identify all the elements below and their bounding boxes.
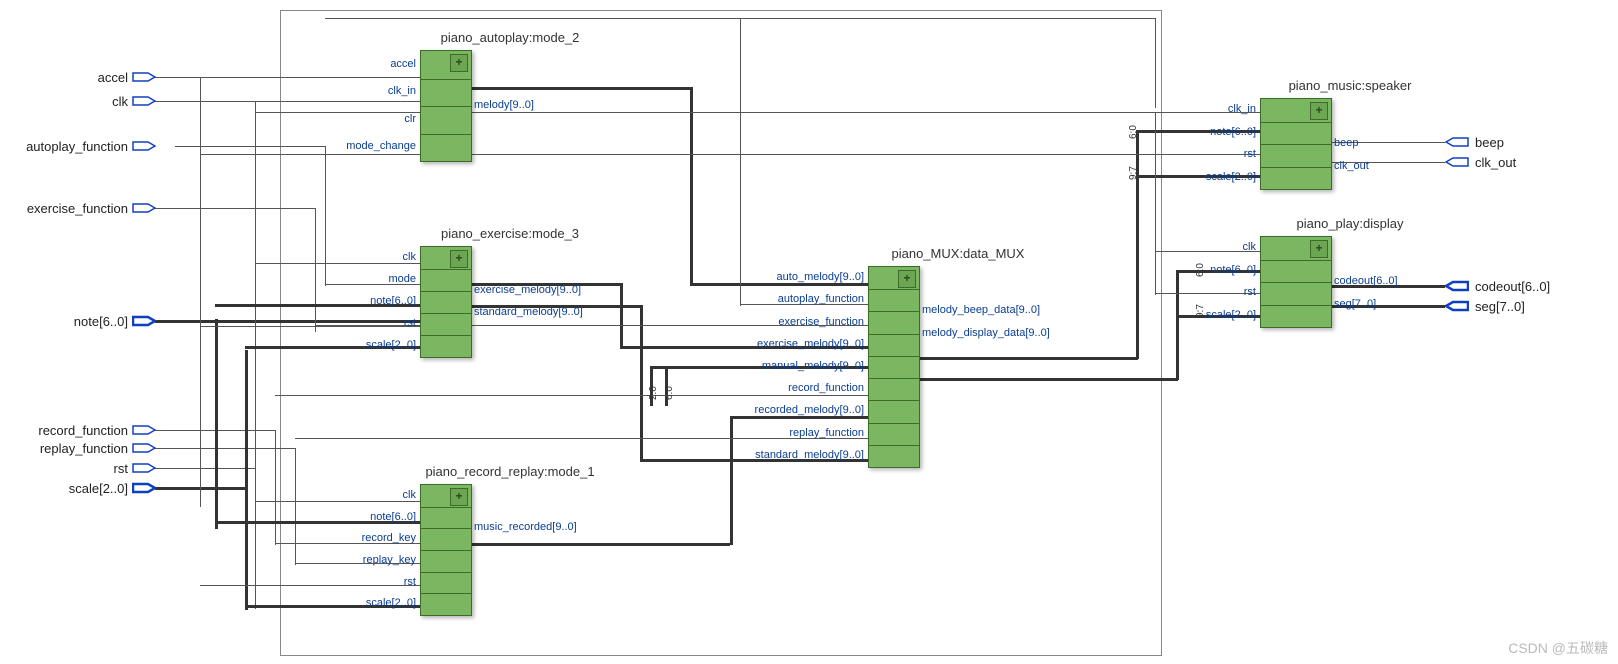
input-pin-replay_function[interactable]: [132, 441, 156, 455]
block-display[interactable]: +: [1260, 236, 1332, 328]
port-display-in-0: clk: [1243, 241, 1256, 253]
output-label-beep: beep: [1475, 135, 1504, 150]
port-display-in-2: rst: [1244, 286, 1256, 298]
port-record-in-0: clk: [403, 489, 416, 501]
output-pin-clk_out[interactable]: [1445, 155, 1469, 169]
port-record-in-5: scale[2..0]: [366, 597, 416, 609]
port-exercise-out-1: standard_melody[9..0]: [474, 306, 583, 318]
port-mux-in-8: standard_melody[9..0]: [755, 449, 864, 461]
port-mux-in-6: recorded_melody[9..0]: [755, 404, 864, 416]
port-exercise-out-0: exercise_melody[9..0]: [474, 284, 581, 296]
input-label-accel: accel: [8, 70, 128, 85]
port-mux-in-1: autoplay_function: [778, 293, 864, 305]
output-label-codeout60: codeout[6..0]: [1475, 279, 1550, 294]
output-label-clk_out: clk_out: [1475, 155, 1516, 170]
bus-label-2: 6:0: [1128, 125, 1139, 139]
port-display-out-0: codeout[6..0]: [1334, 275, 1398, 287]
input-pin-scale20[interactable]: [132, 481, 156, 495]
output-pin-codeout60[interactable]: [1445, 279, 1469, 293]
block-title-exercise: piano_exercise:mode_3: [380, 226, 640, 241]
port-autoplay-in-3: mode_change: [346, 140, 416, 152]
input-label-replay_function: replay_function: [8, 441, 128, 456]
input-label-note60: note[6..0]: [8, 314, 128, 329]
input-pin-autoplay_function[interactable]: [132, 139, 156, 153]
port-speaker-in-2: rst: [1244, 148, 1256, 160]
port-mux-in-2: exercise_function: [778, 316, 864, 328]
port-record-in-3: replay_key: [363, 554, 416, 566]
block-title-autoplay: piano_autoplay:mode_2: [380, 30, 640, 45]
port-record-out-0: music_recorded[9..0]: [474, 521, 577, 533]
port-mux-in-7: replay_function: [789, 427, 864, 439]
bus-label-3: 9:7: [1128, 166, 1139, 180]
port-mux-in-5: record_function: [788, 382, 864, 394]
port-autoplay-out-0: melody[9..0]: [474, 99, 534, 111]
port-mux-in-0: auto_melody[9..0]: [777, 271, 864, 283]
port-autoplay-in-1: clk_in: [388, 85, 416, 97]
expand-icon[interactable]: +: [450, 250, 468, 268]
port-exercise-in-3: rst: [404, 317, 416, 329]
port-display-out-1: seg[7..0]: [1334, 298, 1376, 310]
port-speaker-out-1: clk_out: [1334, 160, 1369, 172]
port-exercise-in-0: clk: [403, 251, 416, 263]
port-speaker-in-3: scale[2..0]: [1206, 171, 1256, 183]
expand-icon[interactable]: +: [1310, 240, 1328, 258]
input-label-exercise_function: exercise_function: [8, 201, 128, 216]
port-autoplay-in-0: accel: [390, 58, 416, 70]
port-mux-in-4: manual_melody[9..0]: [762, 360, 864, 372]
input-pin-clk[interactable]: [132, 94, 156, 108]
port-exercise-in-4: scale[2..0]: [366, 339, 416, 351]
expand-icon[interactable]: +: [898, 270, 916, 288]
bus-label-1: 6:0: [664, 386, 675, 400]
port-speaker-out-0: beep: [1334, 137, 1358, 149]
block-title-mux: piano_MUX:data_MUX: [828, 246, 1088, 261]
input-label-rst: rst: [8, 461, 128, 476]
bus-label-4: 6:0: [1195, 263, 1206, 277]
input-label-scale20: scale[2..0]: [8, 481, 128, 496]
bus-label-0: 2:0: [648, 386, 659, 400]
port-display-in-3: scale[2..0]: [1206, 309, 1256, 321]
output-pin-seg70[interactable]: [1445, 299, 1469, 313]
input-pin-exercise_function[interactable]: [132, 201, 156, 215]
input-label-clk: clk: [8, 94, 128, 109]
input-label-autoplay_function: autoplay_function: [8, 139, 128, 154]
output-pin-beep[interactable]: [1445, 135, 1469, 149]
port-exercise-in-2: note[6..0]: [370, 295, 416, 307]
port-mux-out-0: melody_beep_data[9..0]: [922, 304, 1040, 316]
input-pin-rst[interactable]: [132, 461, 156, 475]
block-exercise[interactable]: +: [420, 246, 472, 358]
port-autoplay-in-2: clr: [404, 113, 416, 125]
port-record-in-1: note[6..0]: [370, 511, 416, 523]
expand-icon[interactable]: +: [450, 488, 468, 506]
port-mux-in-3: exercise_melody[9..0]: [757, 338, 864, 350]
block-record[interactable]: +: [420, 484, 472, 616]
block-title-record: piano_record_replay:mode_1: [380, 464, 640, 479]
port-display-in-1: note[6..0]: [1210, 264, 1256, 276]
port-speaker-in-0: clk_in: [1228, 103, 1256, 115]
block-title-speaker: piano_music:speaker: [1220, 78, 1480, 93]
block-speaker[interactable]: +: [1260, 98, 1332, 190]
input-pin-accel[interactable]: [132, 70, 156, 84]
port-record-in-2: record_key: [362, 532, 416, 544]
block-title-display: piano_play:display: [1220, 216, 1480, 231]
block-mux[interactable]: +: [868, 266, 920, 468]
expand-icon[interactable]: +: [450, 54, 468, 72]
output-label-seg70: seg[7..0]: [1475, 299, 1525, 314]
expand-icon[interactable]: +: [1310, 102, 1328, 120]
port-exercise-in-1: mode: [388, 273, 416, 285]
port-mux-out-1: melody_display_data[9..0]: [922, 327, 1050, 339]
watermark: CSDN @五碳糖: [1508, 638, 1608, 658]
bus-label-5: 9:7: [1195, 304, 1206, 318]
input-pin-note60[interactable]: [132, 314, 156, 328]
port-record-in-4: rst: [404, 576, 416, 588]
input-label-record_function: record_function: [8, 423, 128, 438]
input-pin-record_function[interactable]: [132, 423, 156, 437]
port-speaker-in-1: note[6..0]: [1210, 126, 1256, 138]
block-autoplay[interactable]: +: [420, 50, 472, 162]
